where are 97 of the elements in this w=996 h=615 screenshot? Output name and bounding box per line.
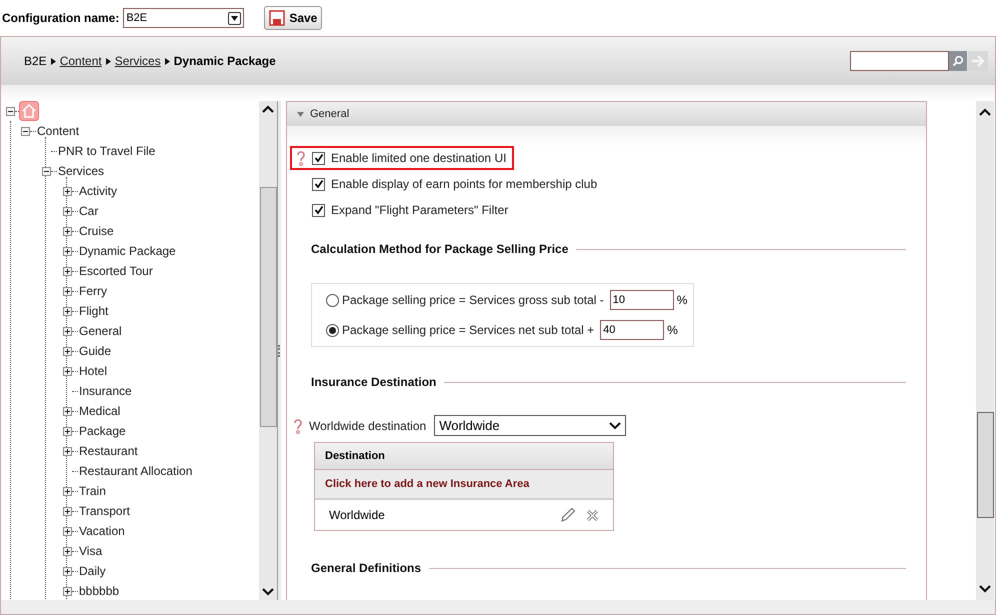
breadcrumb-item: Dynamic Package xyxy=(174,53,276,70)
tree-item[interactable]: Escorted Tour xyxy=(79,262,153,280)
destination-select[interactable]: Worldwide xyxy=(434,415,626,436)
section-title: Calculation Method for Package Selling Price xyxy=(311,241,568,258)
tree-item[interactable]: Ferry xyxy=(79,282,107,300)
tree-item[interactable]: Vacation xyxy=(79,522,125,540)
percent-sign: % xyxy=(667,322,678,339)
scroll-up-icon[interactable] xyxy=(261,104,275,114)
radio-label: Package selling price = Services net sub total + xyxy=(342,322,594,339)
radio-button[interactable] xyxy=(326,324,339,336)
scroll-thumb[interactable] xyxy=(976,412,994,518)
scroll-down-icon[interactable] xyxy=(978,584,992,594)
expand-icon[interactable] xyxy=(63,306,72,316)
section-title: Insurance Destination xyxy=(311,374,436,391)
breadcrumb-link[interactable]: Content xyxy=(60,52,102,70)
tree-item[interactable]: Activity xyxy=(79,182,118,200)
checkbox[interactable] xyxy=(312,204,325,216)
search-icon xyxy=(952,55,964,67)
radio-label: Package selling price = Services gross sub total - xyxy=(342,292,604,309)
expand-icon[interactable] xyxy=(63,486,72,496)
config-select[interactable]: B2E xyxy=(123,8,244,28)
tree-item[interactable]: Content xyxy=(37,122,80,140)
floppy-icon xyxy=(269,10,286,26)
scroll-down-icon[interactable] xyxy=(261,587,275,597)
tree-item[interactable]: Services xyxy=(58,162,104,180)
expand-icon[interactable] xyxy=(63,326,72,336)
expand-icon[interactable] xyxy=(63,226,72,236)
tree-item[interactable]: Restaurant Allocation xyxy=(79,462,192,480)
expand-icon[interactable] xyxy=(63,406,72,416)
separator-icon xyxy=(50,58,56,64)
radio-button[interactable] xyxy=(326,294,339,306)
expand-icon[interactable] xyxy=(63,206,72,216)
separator-icon xyxy=(106,58,111,64)
table-cell-text: Worldwide xyxy=(329,507,385,524)
expand-icon[interactable] xyxy=(63,346,72,356)
tree-item[interactable]: Flight xyxy=(79,302,108,320)
tree-item[interactable]: Daily xyxy=(79,562,106,580)
tree-item[interactable]: Restaurant xyxy=(79,442,138,460)
scroll-thumb[interactable] xyxy=(260,186,276,426)
tree-item[interactable]: bbbbbb xyxy=(79,582,120,600)
expand-icon[interactable] xyxy=(63,366,72,376)
tree-item[interactable]: Guide xyxy=(79,342,112,360)
tree-item[interactable]: Visa xyxy=(79,542,102,560)
collapse-icon[interactable] xyxy=(6,106,15,116)
breadcrumb-link[interactable]: Services xyxy=(114,52,161,70)
tree-item[interactable]: Hotel xyxy=(79,362,108,380)
scrollbar[interactable] xyxy=(976,101,994,600)
chevron-down-icon xyxy=(609,422,622,430)
expand-icon[interactable] xyxy=(63,566,72,576)
checkbox-label: Expand "Flight Parameters" Filter xyxy=(331,202,508,219)
checkbox[interactable] xyxy=(312,152,325,164)
expand-icon[interactable] xyxy=(63,246,72,256)
collapse-icon[interactable] xyxy=(42,166,51,176)
separator-icon xyxy=(164,58,170,64)
checkbox-label: Enable limited one destination UI xyxy=(331,150,506,167)
tree-item[interactable]: Medical xyxy=(79,402,120,420)
dropdown-icon xyxy=(228,12,242,24)
expand-icon[interactable] xyxy=(63,186,72,196)
search-field[interactable] xyxy=(850,51,949,71)
tree-item[interactable]: Dynamic Package xyxy=(79,242,176,260)
search-button[interactable] xyxy=(949,51,967,71)
percent-field[interactable]: 10 xyxy=(610,290,674,310)
tree-item[interactable]: PNR to Travel File xyxy=(58,142,156,160)
checkbox-label: Enable display of earn points for membership club xyxy=(331,176,598,193)
help-icon[interactable] xyxy=(293,418,303,434)
expand-icon[interactable] xyxy=(63,546,72,556)
tree-item[interactable]: Car xyxy=(79,202,98,220)
arrow-right-icon xyxy=(971,55,985,67)
expand-icon[interactable] xyxy=(63,526,72,536)
expand-icon[interactable] xyxy=(63,266,72,276)
expand-icon[interactable] xyxy=(63,286,72,296)
section-title: General Definitions xyxy=(311,560,422,577)
percent-sign: % xyxy=(676,292,688,309)
expand-icon[interactable] xyxy=(63,446,72,456)
help-icon[interactable] xyxy=(296,150,306,166)
breadcrumb-item: B2E xyxy=(24,53,47,70)
tree-item[interactable]: Insurance xyxy=(79,382,132,400)
tree-item[interactable]: Train xyxy=(79,482,106,500)
save-button[interactable]: Save xyxy=(264,6,322,30)
collapse-icon[interactable] xyxy=(21,126,30,136)
tree-item[interactable]: Package xyxy=(79,422,126,440)
section-header[interactable]: General xyxy=(287,102,926,126)
config-label: Configuration name: xyxy=(2,10,120,27)
tree-item[interactable]: General xyxy=(79,322,122,340)
close-icon[interactable] xyxy=(586,508,599,522)
pencil-icon[interactable] xyxy=(560,507,576,523)
expand-icon[interactable] xyxy=(63,506,72,516)
expand-icon[interactable] xyxy=(63,586,72,596)
checkbox[interactable] xyxy=(312,178,325,190)
percent-field[interactable]: 40 xyxy=(600,320,664,340)
column-header: Destination xyxy=(315,443,613,470)
expand-icon[interactable] xyxy=(63,426,72,436)
tree-item[interactable]: Transport xyxy=(79,502,130,520)
field-label: Worldwide destination xyxy=(309,418,426,434)
scroll-up-icon[interactable] xyxy=(978,107,992,117)
scrollbar[interactable] xyxy=(259,101,277,600)
tree-item[interactable]: Cruise xyxy=(79,222,114,240)
